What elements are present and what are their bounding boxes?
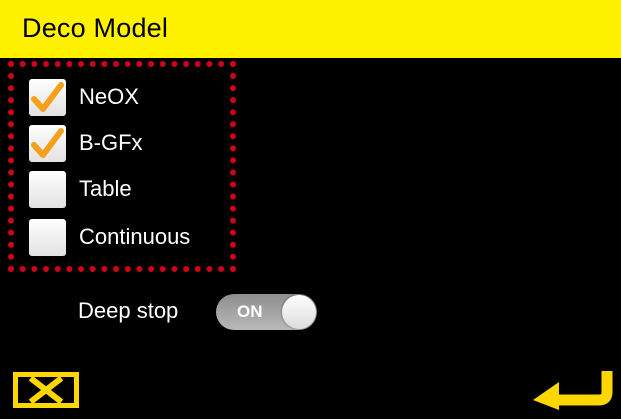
option-label: B-GFx xyxy=(79,130,143,155)
continuous-checkbox[interactable] xyxy=(29,219,66,256)
deep-stop-toggle[interactable]: ON xyxy=(216,294,317,330)
page-title: Deco Model xyxy=(22,13,169,43)
cancel-button[interactable] xyxy=(13,372,79,408)
option-b-gfx[interactable]: B-GFx xyxy=(29,125,229,162)
option-label: NeOX xyxy=(79,84,139,109)
table-checkbox[interactable] xyxy=(29,171,66,208)
toggle-state-text: ON xyxy=(237,302,263,321)
option-neox[interactable]: NeOX xyxy=(29,79,229,116)
b-gfx-checkbox[interactable] xyxy=(29,125,66,162)
deep-stop-label: Deep stop xyxy=(78,298,179,323)
option-label: Table xyxy=(79,176,132,201)
option-table[interactable]: Table xyxy=(29,171,229,208)
checkmark-icon xyxy=(31,82,64,112)
close-icon xyxy=(13,372,79,408)
checkmark-icon xyxy=(31,128,64,158)
neox-checkbox[interactable] xyxy=(29,79,66,116)
return-arrow-icon xyxy=(533,371,613,410)
toggle-knob[interactable] xyxy=(282,295,316,329)
option-continuous[interactable]: Continuous xyxy=(29,219,229,256)
title-bar: Deco Model xyxy=(0,0,621,58)
option-label: Continuous xyxy=(79,224,191,249)
enter-button[interactable] xyxy=(531,368,615,412)
